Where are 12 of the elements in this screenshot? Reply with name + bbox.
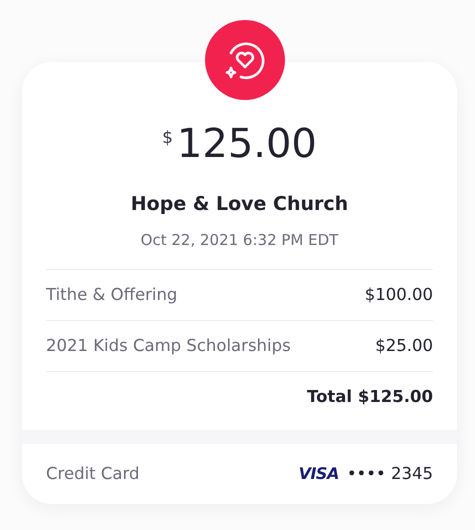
currency-symbol: $ [162,127,173,150]
card-brand-logo: VISA [298,463,339,485]
line-item-amount: $25.00 [375,334,433,357]
transaction-date: Oct 22, 2021 6:32 PM EDT [140,230,340,250]
total-amount: Total $125.00 [307,386,433,408]
line-item-amount: $100.00 [364,284,433,306]
amount: 125.00 [176,120,317,168]
line-item-label: 2021 Kids Camp Scholarships [46,334,291,357]
line-item-label: Tithe & Offering [46,284,178,306]
payment-method: Credit Card [46,462,140,485]
organization-name: Hope & Love Church [130,192,350,217]
card-number: •••• 2345 [346,462,433,485]
